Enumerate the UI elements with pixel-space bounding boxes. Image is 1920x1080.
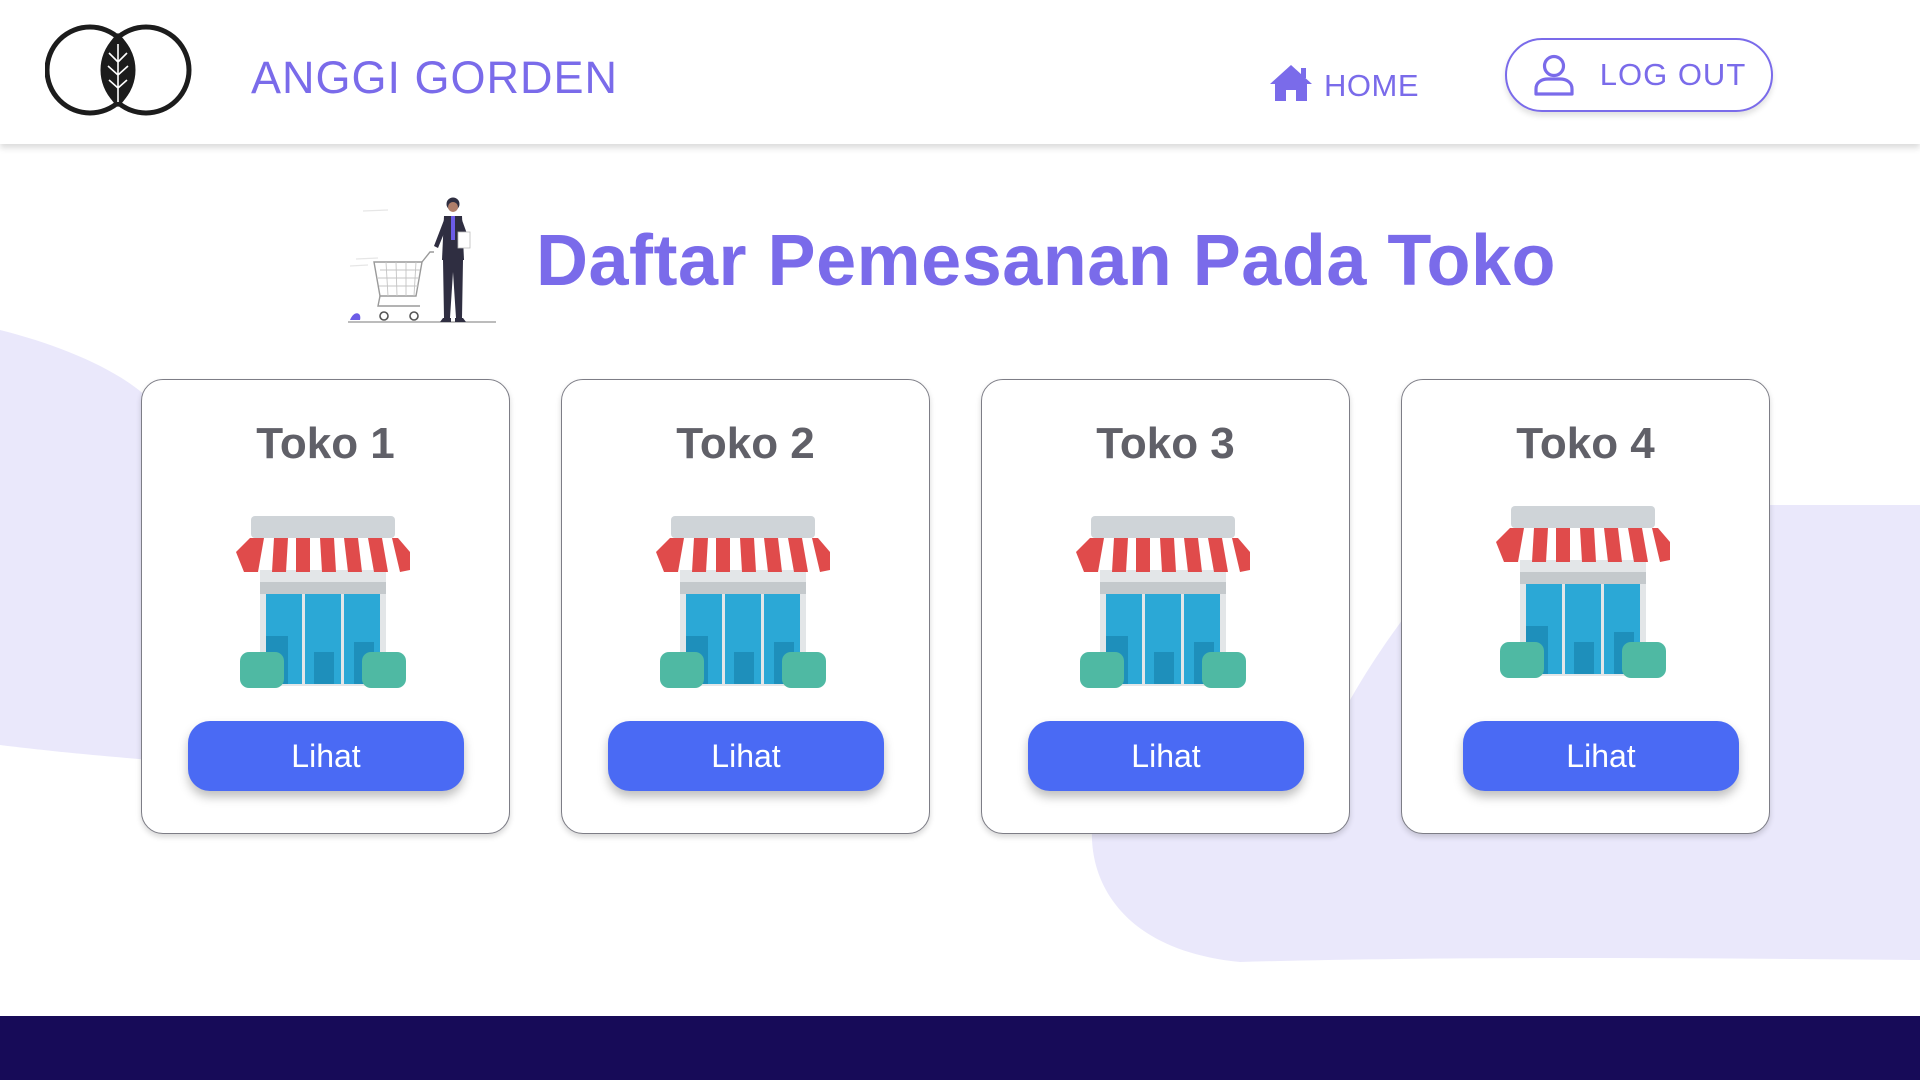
storefront-icon [236,516,410,688]
logout-button[interactable]: LOG OUT [1505,38,1773,112]
top-navbar: ANGGI GORDEN HOME LOG OUT [0,0,1920,144]
home-icon [1270,65,1312,101]
view-button[interactable]: Lihat [188,721,464,791]
store-card-1: Toko 1 Lihat [141,379,510,834]
store-card-4: Toko 4 Lihat [1401,379,1770,834]
leaf-circle-logo[interactable] [45,20,193,120]
view-button[interactable]: Lihat [608,721,884,791]
store-card-title: Toko 3 [1096,419,1235,468]
storefront-icon [1496,506,1670,678]
nav-home-link[interactable]: HOME [1268,60,1419,106]
nav-home-label: HOME [1324,68,1419,103]
page-title: Daftar Pemesanan Pada Toko [536,221,1557,301]
store-card-title: Toko 2 [676,419,815,468]
storefront-icon [1076,516,1250,688]
brand-name[interactable]: ANGGI GORDEN [251,50,618,106]
footer-bar [0,1016,1920,1080]
view-button[interactable]: Lihat [1463,721,1739,791]
view-button[interactable]: Lihat [1028,721,1304,791]
shopping-person-illustration [348,197,496,323]
store-card-3: Toko 3 Lihat [981,379,1350,834]
storefront-icon [656,516,830,688]
store-card-title: Toko 1 [256,419,395,468]
store-card-2: Toko 2 Lihat [561,379,930,834]
logout-label: LOG OUT [1599,57,1747,92]
user-icon [1534,54,1574,96]
store-card-title: Toko 4 [1516,419,1655,468]
